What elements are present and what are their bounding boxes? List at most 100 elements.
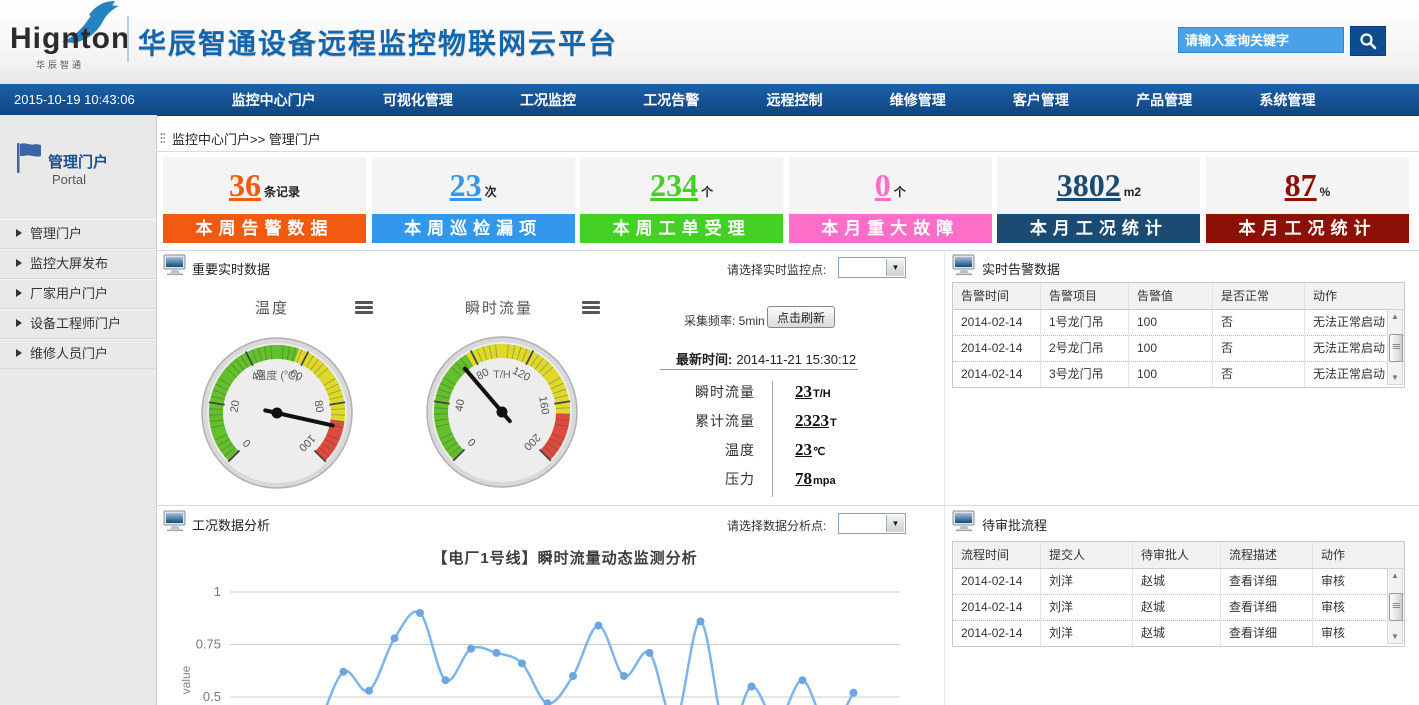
monitor-icon — [952, 254, 976, 276]
stat-card-4[interactable]: 3802m2本月工况统计 — [997, 157, 1200, 243]
reading-unit: mpa — [813, 467, 836, 496]
svg-text:20: 20 — [229, 399, 243, 413]
reading-row: 温度23℃ — [660, 435, 900, 464]
sidebar-item-2[interactable]: 厂家用户门户 — [0, 279, 156, 309]
monitor-icon — [952, 510, 976, 532]
approval-table-scrollbar[interactable]: ▲ ▼ — [1387, 568, 1403, 644]
scrollbar-thumb[interactable] — [1389, 593, 1403, 621]
stat-card-label: 本月重大故障 — [789, 214, 992, 243]
flow-line-chart: 10.750.5value — [163, 572, 910, 705]
nav-timestamp: 2015-10-19 10:43:06 — [14, 84, 135, 115]
stat-unit: 条记录 — [264, 185, 300, 199]
table-cell: 100 — [1129, 362, 1213, 387]
scroll-down-icon[interactable]: ▼ — [1388, 630, 1402, 643]
breadcrumb[interactable]: 监控中心门户>> 管理门户 — [172, 129, 321, 148]
sidebar-item-label: 管理门户 — [30, 226, 82, 241]
nav-item-1[interactable]: 可视化管理 — [383, 90, 453, 110]
sidebar-item-4[interactable]: 维修人员门户 — [0, 339, 156, 369]
nav-item-4[interactable]: 远程控制 — [766, 90, 822, 110]
nav-item-3[interactable]: 工况告警 — [643, 90, 699, 110]
divider — [660, 369, 858, 370]
stat-value[interactable]: 36 — [229, 167, 261, 203]
stat-value[interactable]: 87 — [1285, 167, 1317, 203]
analysis-point-select[interactable]: ▼ — [838, 513, 906, 534]
table-cell: 100 — [1129, 310, 1213, 335]
sidebar-item-label: 设备工程师门户 — [30, 316, 121, 331]
sidebar-item-0[interactable]: 管理门户 — [0, 219, 156, 249]
scroll-up-icon[interactable]: ▲ — [1388, 310, 1402, 323]
scrollbar-thumb[interactable] — [1389, 334, 1403, 362]
latest-time-label: 最新时间: — [676, 352, 732, 367]
search-button[interactable] — [1350, 26, 1386, 56]
stat-unit: m2 — [1124, 185, 1141, 199]
table-cell[interactable]: 查看详细 — [1221, 595, 1313, 620]
table-cell[interactable]: 查看详细 — [1221, 569, 1313, 594]
scroll-down-icon[interactable]: ▼ — [1388, 371, 1402, 384]
refresh-button[interactable]: 点击刷新 — [767, 306, 835, 328]
stat-card-3[interactable]: 0个本月重大故障 — [789, 157, 992, 243]
table-cell: 赵城 — [1133, 621, 1221, 646]
approval-section-title: 待审批流程 — [982, 515, 1047, 534]
svg-text:T/H: T/H — [493, 369, 511, 381]
sidebar-item-1[interactable]: 监控大屏发布 — [0, 249, 156, 279]
svg-text:value: value — [179, 665, 193, 694]
scroll-up-icon[interactable]: ▲ — [1388, 569, 1402, 582]
column-header: 提交人 — [1041, 542, 1133, 568]
stat-card-label: 本周巡检漏项 — [372, 214, 575, 243]
table-cell: 否 — [1213, 362, 1305, 387]
stat-card-5[interactable]: 87%本月工况统计 — [1206, 157, 1409, 243]
page-title: 华辰智通设备远程监控物联网云平台 — [138, 22, 618, 62]
portal-title: 管理门户 — [48, 151, 108, 172]
table-cell: 否 — [1213, 310, 1305, 335]
stat-card-value-area: 87% — [1206, 157, 1409, 214]
table-cell: 2号龙门吊 — [1041, 336, 1129, 361]
nav-item-2[interactable]: 工况监控 — [520, 90, 576, 110]
search-input[interactable] — [1178, 27, 1344, 53]
table-cell[interactable]: 查看详细 — [1221, 621, 1313, 646]
latest-time-value: 2014-11-21 15:30:12 — [736, 352, 856, 367]
flow-gauge: 04080120160200T/H — [422, 332, 582, 492]
reading-row: 压力78mpa — [660, 464, 900, 493]
table-cell: 刘洋 — [1041, 569, 1133, 594]
arrow-right-icon — [16, 289, 22, 297]
portal-flag-icon — [14, 141, 44, 175]
portal-subtitle: Portal — [52, 172, 86, 187]
stat-card-2[interactable]: 234个本周工单受理 — [580, 157, 783, 243]
breadcrumb-drag-icon — [160, 132, 165, 145]
table-row: 2014-02-14刘洋赵城查看详细审核 — [953, 621, 1404, 646]
reading-value: 78 — [795, 464, 812, 493]
gauge-menu-icon[interactable] — [582, 301, 600, 314]
nav-item-7[interactable]: 产品管理 — [1136, 90, 1192, 110]
nav-item-6[interactable]: 客户管理 — [1013, 90, 1069, 110]
sidebar-item-3[interactable]: 设备工程师门户 — [0, 309, 156, 339]
reading-label: 累计流量 — [660, 407, 755, 436]
stat-value[interactable]: 0 — [875, 167, 891, 203]
table-cell: 刘洋 — [1041, 621, 1133, 646]
reading-value: 23 — [795, 377, 812, 406]
stat-value[interactable]: 23 — [450, 167, 482, 203]
stat-value[interactable]: 234 — [650, 167, 698, 203]
table-header-row: 告警时间告警项目告警值是否正常动作 — [953, 283, 1404, 310]
stat-value[interactable]: 3802 — [1057, 167, 1121, 203]
alarm-table-scrollbar[interactable]: ▲ ▼ — [1387, 309, 1403, 385]
column-header: 告警值 — [1129, 283, 1213, 309]
reading-row: 累计流量2323T — [660, 406, 900, 435]
reading-unit: T/H — [813, 380, 831, 409]
stat-card-0[interactable]: 36条记录本周告警数据 — [163, 157, 366, 243]
nav-item-0[interactable]: 监控中心门户 — [232, 90, 316, 110]
reading-unit: T — [830, 409, 837, 438]
nav-item-5[interactable]: 维修管理 — [890, 90, 946, 110]
approval-table: 流程时间提交人待审批人流程描述动作2014-02-14刘洋赵城查看详细审核201… — [952, 541, 1405, 647]
table-row: 2014-02-142号龙门吊100否无法正常启动 — [953, 336, 1404, 362]
gauge-menu-icon[interactable] — [355, 301, 373, 314]
stat-unit: 个 — [894, 185, 906, 199]
column-header: 待审批人 — [1133, 542, 1221, 568]
stat-card-1[interactable]: 23次本周巡检漏项 — [372, 157, 575, 243]
stat-unit: 个 — [701, 185, 713, 199]
stat-card-value-area: 23次 — [372, 157, 575, 214]
table-cell: 2014-02-14 — [953, 336, 1041, 361]
monitor-icon — [163, 510, 187, 532]
nav-item-8[interactable]: 系统管理 — [1259, 90, 1315, 110]
logo-divider — [127, 16, 129, 62]
monitor-point-select[interactable]: ▼ — [838, 257, 906, 278]
